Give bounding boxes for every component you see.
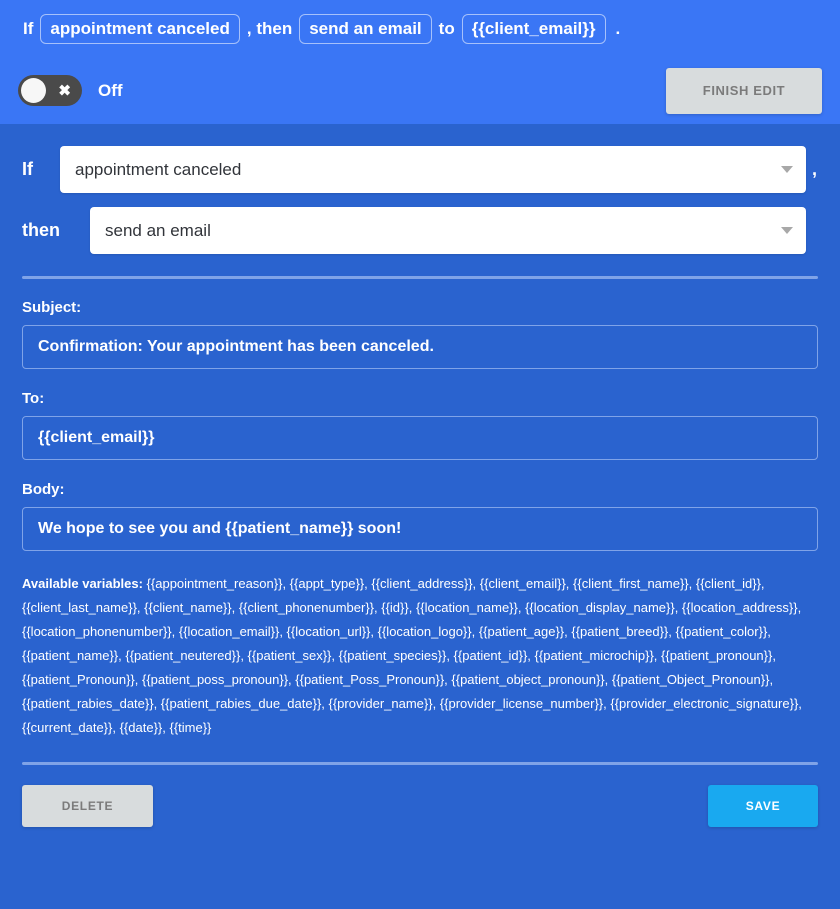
body-input[interactable]: We hope to see you and {{patient_name}} … <box>22 507 818 551</box>
available-variables-title: Available variables: <box>22 576 143 591</box>
delete-button[interactable]: DELETE <box>22 785 153 828</box>
summary-recipient-chip[interactable]: {{client_email}} <box>461 13 606 44</box>
trigger-row: If appointment canceled , <box>22 146 818 193</box>
subject-input[interactable]: Confirmation: Your appointment has been … <box>22 325 818 369</box>
section-divider-bottom <box>22 762 818 766</box>
to-input[interactable]: {{client_email}} <box>22 416 818 460</box>
x-icon: ✖ <box>58 82 71 99</box>
summary-if-word: If <box>23 18 34 38</box>
subject-label: Subject: <box>22 299 82 316</box>
toggle-group: ✖ Off <box>18 75 123 106</box>
finish-edit-button[interactable]: FINISH EDIT <box>666 67 822 114</box>
available-variables-list: {{appointment_reason}}, {{appt_type}}, {… <box>22 576 802 736</box>
rule-summary-bar: If appointment canceled , then send an e… <box>0 0 840 57</box>
summary-then-word: , then <box>246 18 293 38</box>
summary-period: . <box>615 18 621 38</box>
footer-actions: DELETE SAVE <box>22 785 818 828</box>
toggle-state-label: Off <box>98 80 123 100</box>
toggle-knob <box>21 78 46 103</box>
rule-comma: , <box>812 159 818 179</box>
summary-action-chip[interactable]: send an email <box>299 13 432 44</box>
then-label: then <box>22 220 60 240</box>
summary-to-word: to <box>438 18 455 38</box>
chevron-down-icon <box>781 166 793 173</box>
trigger-select-value: appointment canceled <box>75 159 242 179</box>
body-label: Body: <box>22 481 65 498</box>
summary-trigger-chip[interactable]: appointment canceled <box>40 13 240 44</box>
to-label: To: <box>22 390 45 407</box>
trigger-select[interactable]: appointment canceled <box>60 146 806 193</box>
action-select[interactable]: send an email <box>90 207 806 254</box>
chevron-down-icon <box>781 227 793 234</box>
save-button[interactable]: SAVE <box>708 785 818 828</box>
if-label: If <box>22 159 33 179</box>
action-row: then send an email <box>22 207 818 254</box>
action-select-value: send an email <box>105 220 211 240</box>
available-variables: Available variables: {{appointment_reaso… <box>22 572 818 740</box>
status-toggle-row: ✖ Off FINISH EDIT <box>0 57 840 124</box>
rule-editor-body: If appointment canceled , then send an e… <box>0 124 840 828</box>
enable-rule-toggle[interactable]: ✖ <box>18 75 82 106</box>
section-divider-top <box>22 276 818 279</box>
